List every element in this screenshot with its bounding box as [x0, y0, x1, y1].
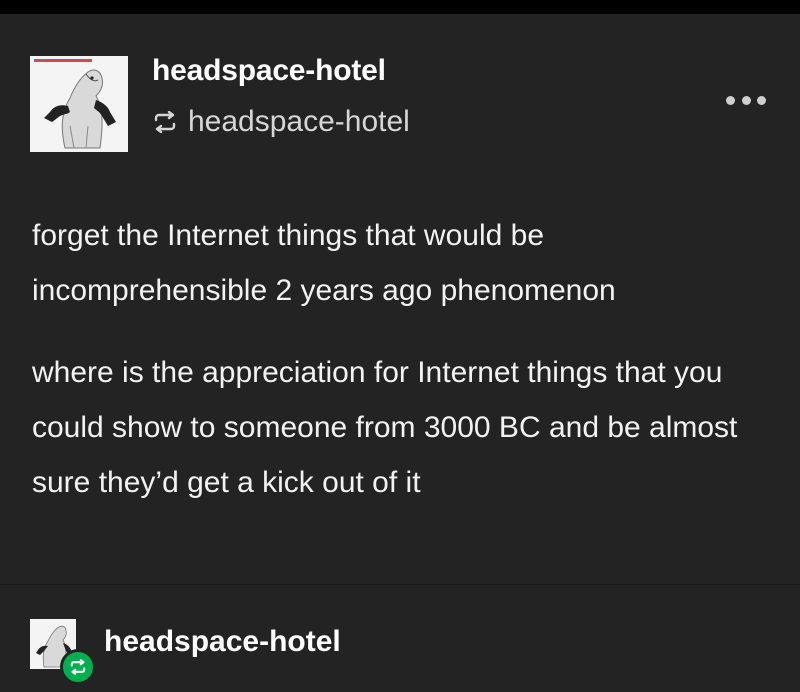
more-options-icon[interactable] — [726, 92, 766, 108]
reblog-source[interactable]: headspace-hotel — [152, 102, 410, 142]
reblog-icon — [154, 111, 176, 133]
dot — [741, 95, 751, 105]
post-card: headspace-hotel headspace-hotel forget t… — [0, 14, 800, 584]
blog-avatar[interactable] — [30, 56, 128, 152]
reblog-badge-icon — [60, 649, 96, 685]
dot — [726, 95, 735, 105]
footer-blog-name[interactable]: headspace-hotel — [104, 625, 341, 659]
post-body: forget the Internet things that would be… — [32, 208, 772, 510]
post-paragraph-1: forget the Internet things that would be… — [32, 219, 616, 307]
reblogged-from-name[interactable]: headspace-hotel — [188, 105, 410, 139]
post-paragraph-2: where is the appreciation for Internet t… — [32, 356, 738, 499]
avatar-image-icon — [30, 56, 128, 152]
dot — [757, 95, 766, 105]
reblog-footer: headspace-hotel — [0, 585, 800, 692]
blog-name[interactable]: headspace-hotel — [152, 54, 386, 88]
